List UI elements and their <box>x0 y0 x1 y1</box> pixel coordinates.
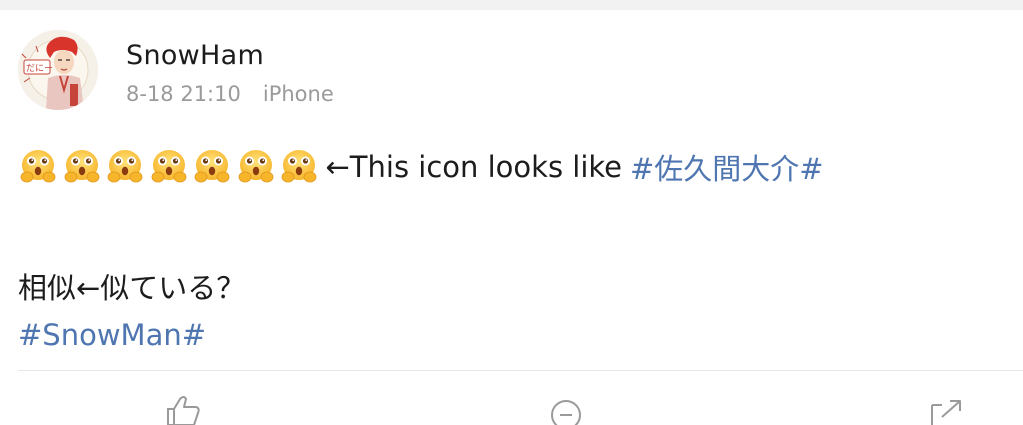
share-icon <box>931 400 961 425</box>
post-content-line-1: ←This icon looks like #佐久間大介# <box>18 143 824 191</box>
hug-emoji <box>18 147 58 187</box>
thumbs-up-icon <box>167 396 200 425</box>
hug-emoji <box>279 147 319 187</box>
post-text-line-1: ←This icon looks like <box>325 150 623 184</box>
post-card <box>0 10 1023 419</box>
hug-emoji <box>236 147 276 187</box>
avatar[interactable]: だにー <box>18 30 98 110</box>
top-separator-band <box>0 0 1023 10</box>
username[interactable]: SnowHam <box>126 40 264 71</box>
comment-icon <box>551 400 581 425</box>
emoji-row <box>18 147 323 187</box>
avatar-image: だにー <box>18 30 98 110</box>
comment-button[interactable] <box>548 395 588 425</box>
like-button[interactable] <box>162 395 202 425</box>
hug-emoji <box>149 147 189 187</box>
hashtag-link-snowman[interactable]: #SnowMan# <box>18 318 206 352</box>
action-divider <box>18 370 1023 371</box>
hug-emoji <box>105 147 145 187</box>
hug-emoji <box>192 147 232 187</box>
post-source: iPhone <box>262 82 334 106</box>
avatar-badge-text: だにー <box>26 63 53 74</box>
post-text-line-2: 相似←似ている？ <box>18 271 246 305</box>
share-button[interactable] <box>928 395 968 425</box>
hug-emoji <box>62 147 102 187</box>
post-timestamp: 8-18 21:10 <box>126 82 241 106</box>
post-meta: 8-18 21:10 iPhone <box>126 82 334 106</box>
hashtag-link[interactable]: #佐久間大介# <box>630 146 824 188</box>
